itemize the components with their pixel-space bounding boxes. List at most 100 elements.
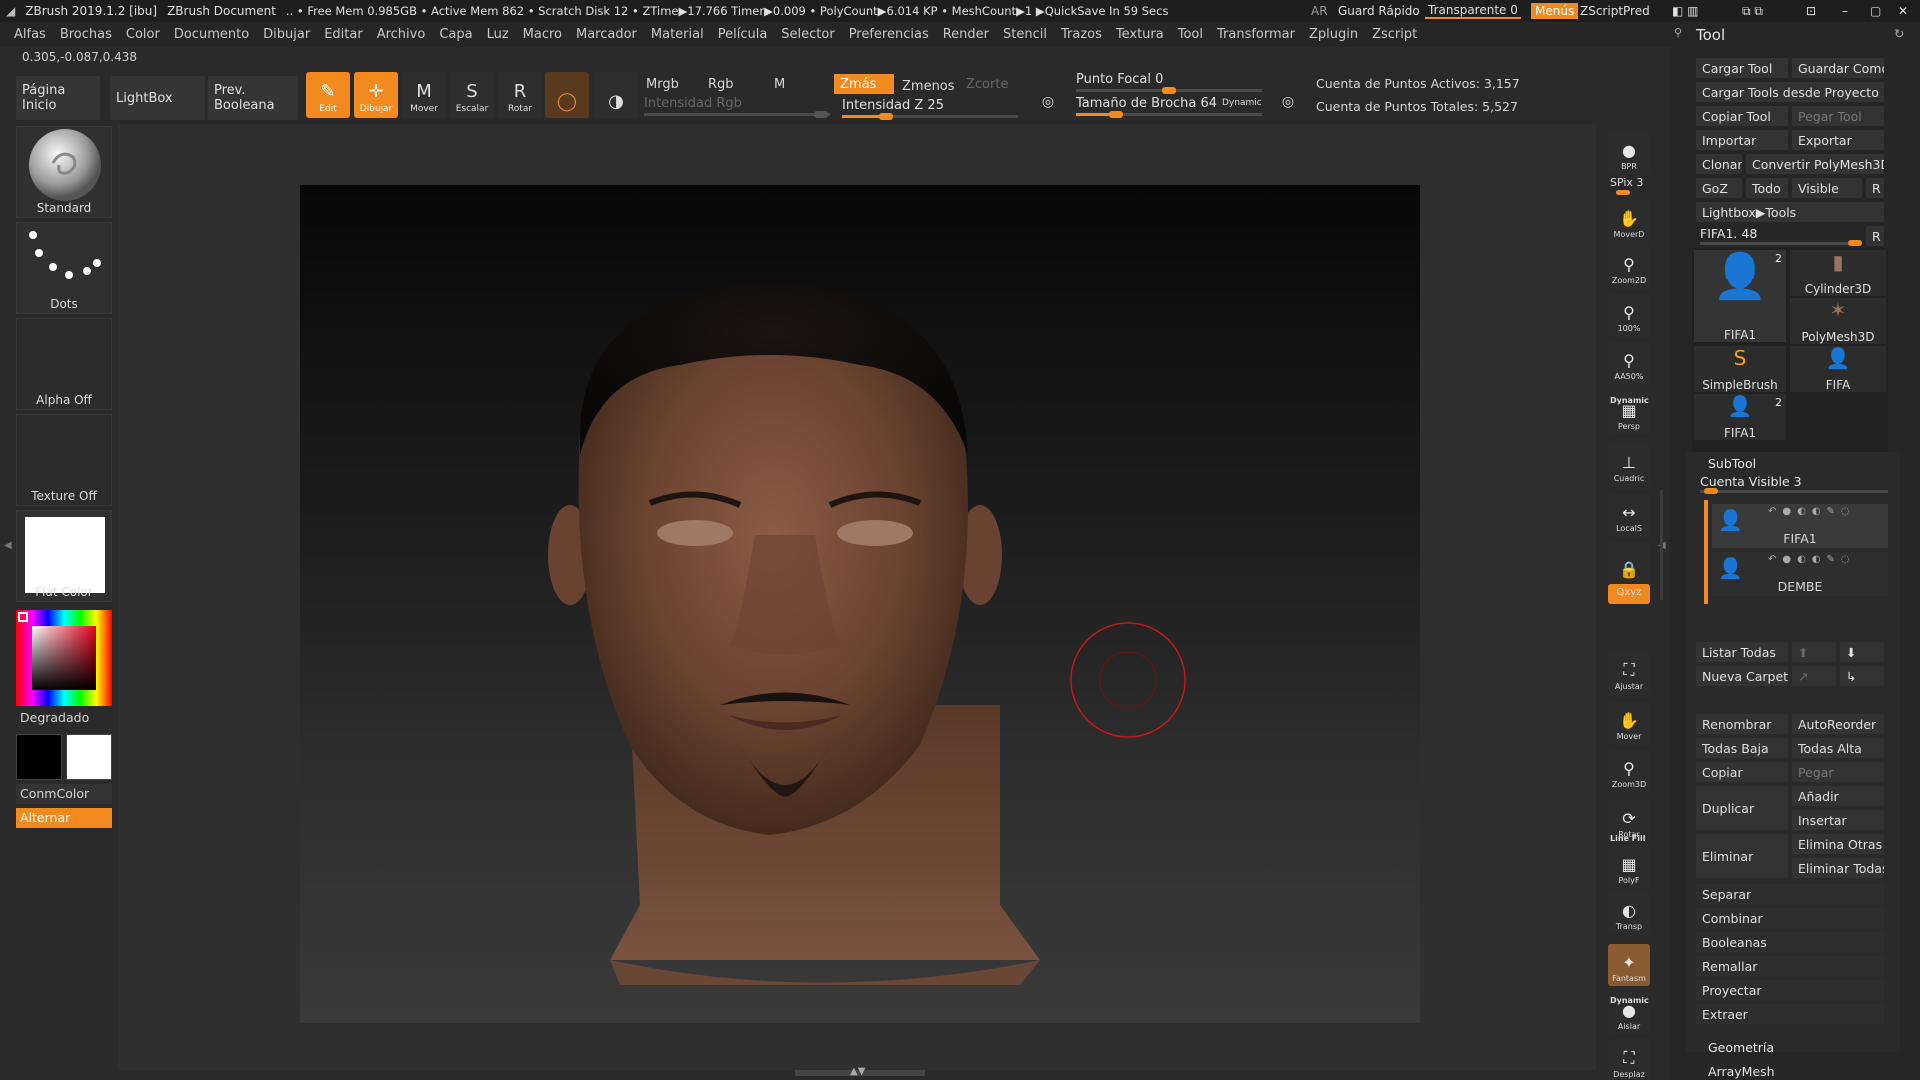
zadd-button[interactable]: Zmás [834, 74, 894, 94]
remesh-section[interactable]: Remallar [1696, 956, 1884, 976]
convert-polymesh-button[interactable]: Convertir PolyMesh3D [1746, 154, 1884, 174]
bottom-tray-arrow-icon[interactable]: ▲▼ [850, 1066, 865, 1077]
move-down-icon[interactable]: ⬇ [1840, 642, 1884, 662]
tool-thumb-polymesh3d[interactable]: ✶ PolyMesh3D [1790, 298, 1886, 344]
lightbox-button[interactable]: LightBox [110, 76, 205, 120]
goz-all-button[interactable]: Todo [1746, 178, 1788, 198]
menu-item-material[interactable]: Material [651, 27, 704, 42]
menu-item-selector[interactable]: Selector [781, 27, 834, 42]
copy-subtool-button[interactable]: Copiar [1696, 762, 1788, 782]
project-section[interactable]: Proyectar [1696, 980, 1884, 1000]
transp-button[interactable]: ◐ Transp [1608, 892, 1650, 934]
subtool-header[interactable]: SubTool [1708, 456, 1756, 471]
rgb-button[interactable]: Rgb [702, 74, 752, 94]
mrgb-button[interactable]: Mrgb [640, 74, 690, 94]
menu-item-dibujar[interactable]: Dibujar [263, 27, 310, 42]
z-intensity-slider[interactable]: Intensidad Z 25 [842, 98, 1018, 120]
home-page-button[interactable]: Página Inicio [16, 76, 100, 120]
color-mode-button[interactable]: ◑ [594, 72, 638, 118]
aahalf-button[interactable]: ⚲ AA50% [1608, 342, 1650, 384]
focal-shift-icon[interactable]: ◎ [1030, 80, 1066, 116]
zsub-button[interactable]: Zmenos [896, 76, 956, 96]
load-tool-button[interactable]: Cargar Tool [1696, 58, 1788, 78]
menu-item-preferencias[interactable]: Preferencias [849, 27, 929, 42]
texture-selector[interactable]: Texture Off [16, 414, 112, 506]
edit-mode-button[interactable]: ✎ Edit [306, 72, 350, 118]
material-selector[interactable]: Flat Color [16, 510, 112, 602]
xpose-button[interactable]: ⛶ Desplaz [1608, 1040, 1650, 1080]
new-folder-button[interactable]: Nueva Carpeta [1696, 666, 1788, 686]
tool-slider-track[interactable] [1700, 242, 1856, 245]
secondary-color-swatch[interactable] [16, 734, 62, 780]
delete-other-button[interactable]: Elimina Otras [1792, 834, 1884, 854]
focal-shift-slider[interactable]: Punto Focal 0 [1076, 72, 1262, 94]
split-section[interactable]: Separar [1696, 884, 1884, 904]
mover-mode-button[interactable]: M Mover [402, 72, 446, 118]
live-boolean-button[interactable]: Prev. Booleana [208, 76, 298, 120]
menu-item-marcador[interactable]: Marcador [576, 27, 637, 42]
tool-thumb-fifa1[interactable]: 👤 FIFA1 2 [1694, 394, 1786, 440]
polyf-button[interactable]: ▦ PolyF [1608, 846, 1650, 888]
guard-rapido-button[interactable]: Guard Rápido [1338, 4, 1420, 18]
zoom3d-button[interactable]: ⚲ Zoom3D [1608, 750, 1650, 792]
goz-visible-button[interactable]: Visible [1792, 178, 1862, 198]
floor-button[interactable]: ⊥ Cuadric [1608, 444, 1650, 486]
paste-subtool-button[interactable]: Pegar [1792, 762, 1884, 782]
boolean-section[interactable]: Booleanas [1696, 932, 1884, 952]
m-button[interactable]: M [768, 74, 808, 94]
duplicate-button[interactable]: Duplicar [1696, 786, 1788, 830]
close-icon[interactable]: ✕ [1898, 4, 1908, 18]
gradient-label[interactable]: Degradado [20, 710, 89, 725]
moverd-button[interactable]: ✋ MoverD [1608, 200, 1650, 242]
menu-item-luz[interactable]: Luz [487, 27, 509, 42]
move-button[interactable]: ✋ Mover [1608, 702, 1650, 744]
100-button[interactable]: ⚲ 100% [1608, 294, 1650, 336]
list-all-button[interactable]: Listar Todas [1696, 642, 1788, 662]
folder-down-icon[interactable]: ↳ [1840, 666, 1884, 686]
concolor-button[interactable]: ConmColor [16, 784, 112, 804]
menu-item-render[interactable]: Render [943, 27, 989, 42]
3d-viewport[interactable] [300, 185, 1420, 1023]
spix-knob[interactable] [1616, 190, 1630, 195]
palette-pin-icon[interactable]: ⚲ [1674, 26, 1682, 39]
menu-item-documento[interactable]: Documento [174, 27, 249, 42]
export-button[interactable]: Exportar [1792, 130, 1884, 150]
rgb-intensity-slider[interactable]: Intensidad Rgb [644, 96, 830, 118]
zscript-button[interactable]: ZScriptPred [1580, 4, 1650, 18]
ui-toggle-icon[interactable]: ◧ ▥ [1672, 4, 1699, 18]
bpr-button[interactable]: ● BPR [1608, 132, 1650, 174]
menu-item-trazos[interactable]: Trazos [1061, 27, 1102, 42]
tool-r-button[interactable]: R [1866, 226, 1884, 246]
spix-slider[interactable]: SPix 3 [1610, 176, 1643, 189]
subtool-item[interactable]: 👤 ↶●◐◐✎◌ DEMBE [1712, 552, 1888, 596]
brush-selector[interactable]: Standard [16, 126, 112, 218]
color-picker-marker[interactable] [18, 612, 28, 622]
menu-item-tool[interactable]: Tool [1178, 27, 1203, 42]
tool-slider-knob[interactable] [1848, 240, 1862, 246]
stroke-selector[interactable]: Dots [16, 222, 112, 314]
goz-r-button[interactable]: R [1866, 178, 1884, 198]
frame-button[interactable]: ⛶ Ajustar [1608, 652, 1650, 694]
tool-thumb-fifa1[interactable]: 👤 FIFA1 2 [1694, 250, 1786, 342]
import-button[interactable]: Importar [1696, 130, 1788, 150]
menu-item-archivo[interactable]: Archivo [377, 27, 426, 42]
load-tools-from-project-button[interactable]: Cargar Tools desde Proyecto [1696, 82, 1884, 102]
rotar-mode-button[interactable]: R Rotar [498, 72, 542, 118]
color-picker-sv[interactable] [32, 626, 96, 690]
alpha-selector[interactable]: Alpha Off [16, 318, 112, 410]
menu-item-brochas[interactable]: Brochas [60, 27, 112, 42]
ghost-button[interactable]: ✦ Fantasm [1608, 944, 1650, 986]
menu-item-transformar[interactable]: Transformar [1217, 27, 1295, 42]
menu-item-película[interactable]: Película [718, 27, 768, 42]
rename-button[interactable]: Renombrar [1696, 714, 1788, 734]
move-up-icon[interactable]: ⬆ [1792, 642, 1836, 662]
local-button[interactable]: ↔ LocalS [1608, 494, 1650, 536]
subtool-item[interactable]: 👤 ↶●◐◐✎◌ FIFA1 [1712, 504, 1888, 548]
clone-button[interactable]: Clonar [1696, 154, 1742, 174]
all-high-button[interactable]: Todas Alta [1792, 738, 1884, 758]
right-shelf-scrollbar[interactable] [1660, 490, 1663, 600]
lock-icon[interactable]: ⊡ [1806, 4, 1816, 18]
all-low-button[interactable]: Todas Baja [1696, 738, 1788, 758]
menu-item-capa[interactable]: Capa [439, 27, 472, 42]
color-picker-hue[interactable] [16, 610, 112, 706]
